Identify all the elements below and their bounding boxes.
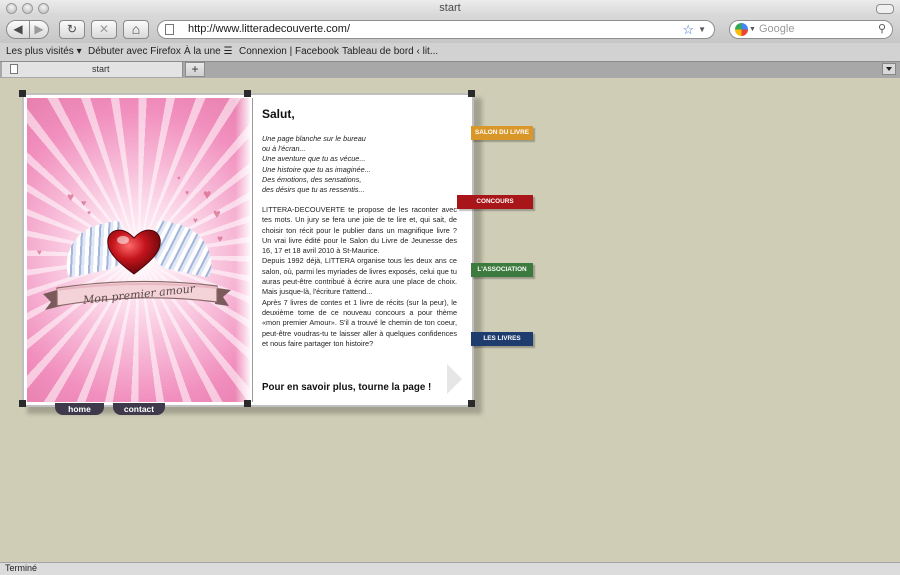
poem-line: Une page blanche sur le bureau [262, 134, 366, 143]
toolbar-toggle-button[interactable] [876, 4, 894, 14]
tab-salon-du-livre[interactable]: SALON DU LIVRE [471, 126, 533, 140]
poem-line: Des émotions, des sensations, [262, 174, 362, 184]
chevron-down-icon[interactable]: ▼ [749, 21, 756, 38]
tab-label: start [92, 64, 110, 74]
turn-page-prompt: Pour en savoir plus, tourne la page ! [262, 382, 432, 393]
search-icon[interactable]: ⚲ [878, 21, 886, 38]
page-icon [10, 64, 18, 74]
reload-icon: ↻ [66, 22, 78, 36]
book-corner [19, 400, 26, 407]
page-greeting: Salut, [262, 107, 295, 121]
decorative-heart-icon: ♥ [185, 190, 190, 197]
page-icon [165, 24, 174, 35]
poem-line: Une histoire que tu as imaginée... [262, 164, 371, 174]
back-arrow-icon: ◀ [13, 22, 23, 36]
status-bar: Terminé [0, 562, 900, 575]
bookmarks-toolbar: Les plus visités ▾ Débuter avec Firefox … [0, 43, 900, 61]
close-window-button[interactable] [6, 3, 17, 14]
decorative-heart-icon: ♥ [193, 216, 198, 225]
decorative-heart-icon: ♥ [217, 234, 223, 245]
google-icon[interactable] [735, 23, 748, 36]
next-page-arrow-icon[interactable] [447, 364, 462, 394]
intro-paragraph: Après 7 livres de contes et 1 livre de r… [262, 297, 457, 348]
decorative-heart-icon: ♥ [213, 206, 221, 221]
intro-text: LITTERA-DECOUVERTE te propose de les rac… [262, 205, 457, 349]
intro-paragraph: Depuis 1992 déjà, LITTERA organise tous … [262, 256, 457, 297]
decorative-heart-icon: ♥ [81, 198, 87, 208]
decorative-heart-icon: ♥ [37, 248, 42, 257]
address-bar[interactable]: http://www.litteradecouverte.com/ ☆ ▼ [157, 20, 715, 39]
intro-paragraph: LITTERA-DECOUVERTE te propose de les rac… [262, 205, 457, 256]
book-cover-page: ♥ ♥ ♥ ♥ ♥ ♥ ♥ ♥ ♥ ♥ Mon premier amour [27, 98, 250, 402]
minimize-window-button[interactable] [22, 3, 33, 14]
tab-les-livres[interactable]: LES LIVRES [471, 332, 533, 346]
window-titlebar: start [0, 0, 900, 17]
poem-line: Une aventure que tu as vécue... [262, 154, 366, 164]
book-corner [468, 400, 475, 407]
search-bar[interactable]: ▼ Google ⚲ [729, 20, 893, 39]
back-button[interactable]: ◀ [6, 20, 30, 39]
book: ♥ ♥ ♥ ♥ ♥ ♥ ♥ ♥ ♥ ♥ Mon premier amour Sa… [19, 90, 475, 407]
stop-icon: ✕ [98, 22, 110, 36]
list-all-tabs-button[interactable] [882, 63, 896, 75]
tab-start[interactable]: start [2, 62, 183, 77]
search-input[interactable]: Google [759, 21, 794, 38]
book-corner [19, 90, 26, 97]
book-text-page: Salut, Une page blanche sur le bureau ou… [252, 98, 471, 402]
bookmark-getting-started[interactable]: Débuter avec Firefox [88, 46, 181, 57]
book-corner [244, 400, 251, 407]
forward-button[interactable]: ▶ [29, 20, 49, 39]
decorative-heart-icon: ♥ [177, 176, 181, 182]
tab-strip: start + [0, 61, 900, 78]
bookmark-most-visited[interactable]: Les plus visités ▾ [6, 46, 82, 57]
contact-link[interactable]: contact [113, 403, 165, 415]
book-corner [244, 90, 251, 97]
home-icon: ⌂ [131, 21, 141, 37]
forward-arrow-icon: ▶ [34, 22, 44, 36]
home-button[interactable]: ⌂ [123, 20, 149, 39]
tab-association[interactable]: L'ASSOCIATION [471, 263, 533, 277]
zoom-window-button[interactable] [38, 3, 49, 14]
decorative-heart-icon: ♥ [203, 186, 212, 202]
decorative-heart-icon: ♥ [67, 190, 75, 204]
stop-button[interactable]: ✕ [91, 20, 117, 39]
heart-icon [107, 229, 161, 275]
poem: Une page blanche sur le bureau ou à l'éc… [262, 134, 371, 195]
chevron-down-icon[interactable]: ▼ [698, 21, 706, 38]
star-icon[interactable]: ☆ [682, 21, 694, 38]
decorative-heart-icon: ♥ [87, 210, 92, 217]
window-title: start [439, 2, 461, 14]
book-spine [235, 98, 250, 402]
poem-line: ou à l'écran... [262, 144, 306, 154]
bookmark-dashboard[interactable]: Tableau de bord ‹ lit... [342, 46, 438, 57]
bookmark-headlines[interactable]: À la une ☰ [184, 46, 232, 57]
poem-line: des désirs que tu as ressentis... [262, 185, 365, 195]
book-corner [468, 90, 475, 97]
reload-button[interactable]: ↻ [59, 20, 85, 39]
new-tab-button[interactable]: + [185, 62, 205, 77]
home-link[interactable]: home [55, 403, 104, 415]
bookmark-facebook-login[interactable]: Connexion | Facebook [239, 46, 339, 57]
tab-concours[interactable]: CONCOURS [457, 195, 533, 209]
navigation-toolbar: ◀ ▶ ↻ ✕ ⌂ http://www.litteradecouverte.c… [0, 17, 900, 43]
status-text: Terminé [5, 563, 38, 573]
address-url[interactable]: http://www.litteradecouverte.com/ [188, 21, 350, 38]
